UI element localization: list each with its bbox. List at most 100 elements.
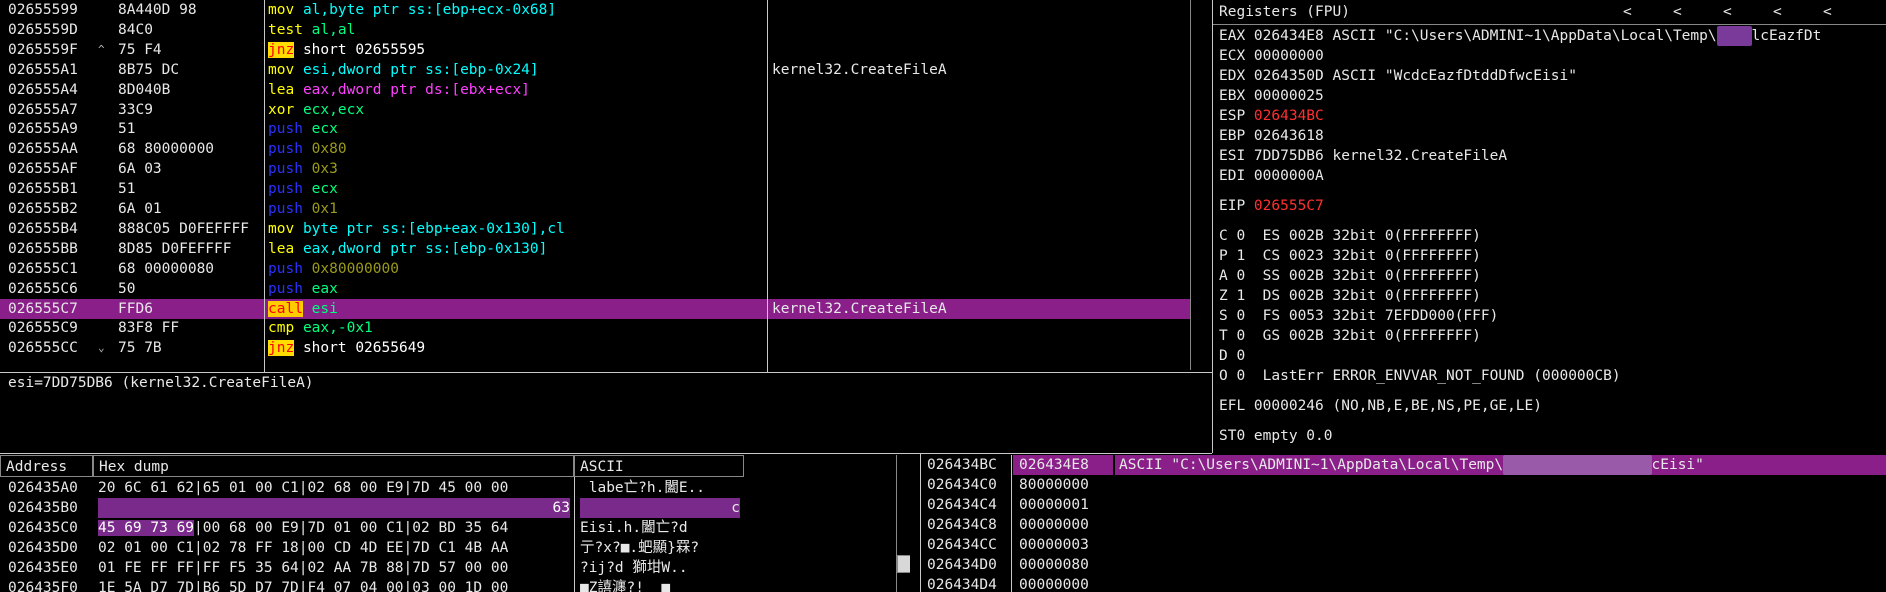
operand: esi: [311, 300, 338, 317]
disasm-hex: 68 80000000: [118, 141, 215, 158]
register-row[interactable]: P 1 CS 0023 32bit 0(FFFFFFFF): [1219, 246, 1885, 266]
stack-row[interactable]: 026434CC 00000003: [921, 535, 1886, 555]
mnemonic: push: [268, 181, 303, 198]
register-row[interactable]: ESI 7DD75DB6 kernel32.CreateFileA: [1219, 146, 1885, 166]
disasm-divider-2: [767, 0, 768, 372]
dump-header-hex[interactable]: Hex dump: [93, 455, 574, 477]
register-text: EBP 02643618: [1219, 128, 1324, 144]
disasm-row[interactable]: 026555CC ⌄ 75 7B jnz short 02655649: [0, 338, 1190, 358]
stack-comment: [1115, 575, 1886, 592]
disasm-row[interactable]: 026555A1 8B75 DC mov esi,dword ptr ss:[ebp…: [0, 60, 1190, 80]
dump-scrollbar[interactable]: [896, 455, 910, 592]
dump-row[interactable]: 026435D0 02 01 00 C1|02 78 FF 18|00 CD 4D…: [0, 538, 896, 558]
disasm-row[interactable]: 026555B2 6A 01 push 0x1: [0, 199, 1190, 219]
disasm-hex: 8A440D 98: [118, 2, 197, 18]
disasm-hex: 33C9: [118, 101, 153, 118]
register-text: EBX 00000025: [1219, 88, 1324, 104]
mnemonic: test: [268, 21, 303, 38]
mnemonic: mov: [268, 220, 295, 237]
register-row[interactable]: EDX 0264350D ASCII "WcdcEazfDtddDfwcEisi…: [1219, 66, 1885, 86]
register-row[interactable]: EBX 00000025: [1219, 86, 1885, 106]
disasm-address: 026555C7: [8, 300, 78, 317]
register-row[interactable]: S 0 FS 0053 32bit 7EFDD000(FFF): [1219, 306, 1885, 326]
dump-row[interactable]: 026435A0 20 6C 61 62|65 01 00 C1|02 68 00…: [0, 478, 896, 498]
stack-row[interactable]: 026434C8 00000000: [921, 515, 1886, 535]
register-row[interactable]: C 0 ES 002B 32bit 0(FFFFFFFF): [1219, 226, 1885, 246]
operand: eax,dword ptr ds:[ebx+ecx]: [302, 81, 530, 98]
nav-left-arrow-icon[interactable]: <: [1823, 2, 1832, 22]
disasm-row[interactable]: 02655599 8A440D 98 mov al,byte ptr ss:[ebp…: [0, 0, 1190, 20]
register-row[interactable]: ST0 empty 0.0: [1219, 426, 1885, 446]
nav-left-arrow-icon[interactable]: <: [1623, 2, 1632, 22]
nav-left-arrow-icon[interactable]: <: [1673, 2, 1682, 22]
registers-pane[interactable]: Registers (FPU) < < < < < EAX 026434E8 ASCII…: [1213, 0, 1886, 453]
disasm-row[interactable]: 0265559D 84C0 test al,al: [0, 20, 1190, 40]
dump-ascii: c: [580, 498, 740, 518]
disasm-instruction: push 0x1: [268, 199, 766, 219]
stack-pane[interactable]: 026434BC 026434E8 ASCII "C:\Users\ADMINI~1…: [921, 455, 1886, 592]
disasm-row[interactable]: 0265559F ^ 75 F4 jnz short 02655595: [0, 40, 1190, 60]
disasm-row[interactable]: 026555C6 50 push eax: [0, 279, 1190, 299]
dump-ascii: ?ij?d 獅坩W..: [580, 560, 688, 576]
register-row[interactable]: EIP 026555C7: [1219, 196, 1885, 216]
disasm-row[interactable]: 026555A7 33C9 xor ecx,ecx: [0, 100, 1190, 120]
register-row[interactable]: EBP 02643618: [1219, 126, 1885, 146]
dump-ascii: ■Z譆瀍?! ■: [580, 580, 671, 592]
stack-address: 026434C0: [927, 477, 997, 493]
disasm-row[interactable]: 026555A9 51 push ecx: [0, 119, 1190, 139]
register-row[interactable]: O 0 LastErr ERROR_ENVVAR_NOT_FOUND (0000…: [1219, 366, 1885, 386]
register-row[interactable]: ECX 00000000: [1219, 46, 1885, 66]
register-row[interactable]: A 0 SS 002B 32bit 0(FFFFFFFF): [1219, 266, 1885, 286]
nav-left-arrow-icon[interactable]: <: [1723, 2, 1732, 22]
register-row[interactable]: EAX 026434E8 ASCII "C:\Users\ADMINI~1\Ap…: [1219, 26, 1885, 46]
register-row[interactable]: EFL 00000246 (NO,NB,E,BE,NS,PE,GE,LE): [1219, 396, 1885, 416]
register-row[interactable]: EDI 0000000A: [1219, 166, 1885, 186]
register-row[interactable]: Z 1 DS 002B 32bit 0(FFFFFFFF): [1219, 286, 1885, 306]
stack-row[interactable]: 026434C4 00000001: [921, 495, 1886, 515]
disasm-hex: 83F8 FF: [118, 320, 180, 337]
stack-comment: [1115, 555, 1886, 575]
dump-scroll-thumb[interactable]: [897, 555, 910, 573]
dump-address: 026435E0: [8, 560, 78, 576]
disasm-row[interactable]: 026555B4 888C05 D0FEFFFF mov byte ptr ss:[…: [0, 219, 1190, 239]
register-row[interactable]: T 0 GS 002B 32bit 0(FFFFFFFF): [1219, 326, 1885, 346]
mnemonic: push: [268, 161, 303, 178]
disasm-row[interactable]: 026555C1 68 00000080 push 0x80000000: [0, 259, 1190, 279]
disasm-row[interactable]: 026555A4 8D040B lea eax,dword ptr ds:[ebx+…: [0, 80, 1190, 100]
disasm-row[interactable]: 026555C9 83F8 FF cmp eax,-0x1: [0, 318, 1190, 338]
disasm-row[interactable]: 026555BB 8D85 D0FEFFFF lea eax,dword ptr s…: [0, 239, 1190, 259]
disasm-row[interactable]: 026555AF 6A 03 push 0x3: [0, 159, 1190, 179]
stack-value: 00000000: [1019, 577, 1089, 592]
stack-row[interactable]: 026434D0 00000080: [921, 555, 1886, 575]
stack-row[interactable]: 026434BC 026434E8 ASCII "C:\Users\ADMINI~1…: [921, 455, 1886, 475]
dump-row[interactable]: 026435C0 45 69 73 69|00 68 00 E9|7D 01 00…: [0, 518, 896, 538]
disassembly-rows: 02655599 8A440D 98 mov al,byte ptr ss:[ebp…: [0, 0, 1192, 372]
disasm-scrollbar[interactable]: ▲ ▼: [1190, 0, 1192, 370]
dump-header-address[interactable]: Address: [0, 455, 93, 477]
dump-header-ascii[interactable]: ASCII: [574, 455, 744, 477]
disasm-comment: [772, 80, 1190, 100]
operand: eax,-0x1: [302, 320, 373, 337]
dump-divider: [574, 477, 575, 592]
register-value[interactable]: 026434BC: [1254, 108, 1324, 124]
stack-row[interactable]: 026434C0 80000000: [921, 475, 1886, 495]
disassembly-pane[interactable]: 02655599 8A440D 98 mov al,byte ptr ss:[ebp…: [0, 0, 1192, 372]
register-value[interactable]: 026555C7: [1254, 198, 1324, 214]
hex-dump-pane[interactable]: Address Hex dump ASCII 026435A0 20 6C 61 …: [0, 455, 910, 592]
dump-hex: 63: [98, 498, 570, 518]
dump-row[interactable]: 026435F0 1E 5A D7 7D|B6 5D D7 7D|F4 07 04…: [0, 578, 896, 592]
nav-left-arrow-icon[interactable]: <: [1773, 2, 1782, 22]
disasm-row[interactable]: 026555C7 FFD6 call esi kernel32.CreateFileA: [0, 298, 1190, 319]
redacted-block: [1716, 26, 1752, 46]
disasm-row[interactable]: 026555B1 51 push ecx: [0, 179, 1190, 199]
operand: byte ptr ss:[ebp+ecx-0x68]: [329, 2, 557, 18]
stack-address: 026434D4: [927, 577, 997, 592]
disasm-address: 026555A9: [8, 121, 78, 138]
register-row[interactable]: ESP 026434BC: [1219, 106, 1885, 126]
stack-row[interactable]: 026434D4 00000000: [921, 575, 1886, 592]
dump-row[interactable]: 026435E0 01 FE FF FF|FF F5 35 64|02 AA 7B…: [0, 558, 896, 578]
register-row[interactable]: D 0: [1219, 346, 1885, 366]
dump-row[interactable]: 026435B0 63 c: [0, 498, 896, 518]
disasm-row[interactable]: 026555AA 68 80000000 push 0x80: [0, 139, 1190, 159]
stack-value: 00000001: [1019, 497, 1089, 513]
